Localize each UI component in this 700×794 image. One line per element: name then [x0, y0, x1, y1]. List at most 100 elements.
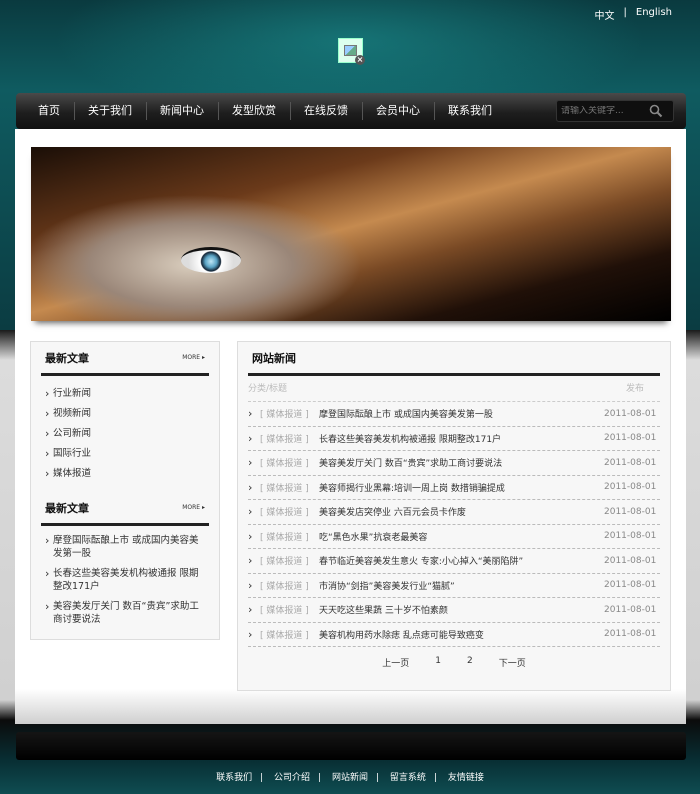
news-category[interactable]: [ 媒体报道 ]: [260, 407, 319, 420]
news-date: 2011-08-01: [604, 555, 657, 566]
nav-item-feedback[interactable]: 在线反馈: [290, 93, 362, 129]
latest-articles-list: 摩登国际酝酿上市 或成国内美容美发第一股 长春这些美容美发机构被通报 限期整改1…: [31, 526, 219, 641]
lang-chinese-link[interactable]: 中文: [595, 7, 615, 22]
nav-item-home[interactable]: 首页: [24, 93, 74, 129]
hero-banner-image: [31, 147, 671, 321]
news-date: 2011-08-01: [604, 604, 657, 615]
news-link[interactable]: 美容师揭行业黑幕:培训一周上岗 数措销骗提成: [319, 481, 604, 494]
search-box: [556, 100, 674, 122]
banner-eye-graphic: [181, 247, 241, 273]
news-date: 2011-08-01: [604, 629, 657, 640]
sidebar-panel: 最新文章 MORE ▸ 行业新闻 视频新闻 公司新闻 国际行业 媒体报道 最新文…: [30, 341, 220, 640]
bullet-arrow-icon: ›: [248, 407, 253, 421]
news-link[interactable]: 市消协“剑指”美容美发行业“猫腻”: [319, 579, 604, 592]
news-row[interactable]: › [ 媒体报道 ] 长春这些美容美发机构被通报 限期整改171户 2011-08-0…: [248, 427, 660, 451]
bullet-arrow-icon: ›: [248, 578, 253, 592]
category-item[interactable]: 视频新闻: [45, 404, 205, 424]
news-category[interactable]: [ 媒体报道 ]: [260, 432, 319, 445]
footer-link-news[interactable]: 网站新闻: [332, 773, 368, 783]
sidebar-box2-more-link[interactable]: MORE ▸: [182, 504, 205, 511]
news-row[interactable]: › [ 媒体报道 ] 天天吃这些果蔬 三十岁不怕素颜 2011-08-01: [248, 598, 660, 623]
category-item[interactable]: 公司新闻: [45, 424, 205, 444]
bullet-arrow-icon: ›: [248, 480, 253, 494]
bullet-arrow-icon: ›: [248, 456, 253, 470]
prev-page-link[interactable]: 上一页: [382, 656, 409, 669]
news-row[interactable]: › [ 媒体报道 ] 美容机构用药水除痣 乱点痣可能导致癌变 2011-08-01: [248, 623, 660, 647]
news-date: 2011-08-01: [604, 531, 657, 542]
footer-link-contact[interactable]: 联系我们: [216, 773, 252, 783]
news-link[interactable]: 美容美发店突停业 六百元会员卡作废: [319, 505, 604, 518]
news-category[interactable]: [ 媒体报道 ]: [260, 530, 319, 543]
news-link[interactable]: 吃“黑色水果”抗衰老最美容: [319, 530, 604, 543]
sidebar-box1-more-link[interactable]: MORE ▸: [182, 354, 205, 361]
pagination: 上一页 1 2 下一页: [238, 656, 670, 669]
sidebar-box2-header: 最新文章 MORE ▸: [41, 492, 209, 526]
news-link[interactable]: 天天吃这些果蔬 三十岁不怕素颜: [319, 603, 604, 616]
footer-link-about[interactable]: 公司介绍: [274, 773, 310, 783]
category-list: 行业新闻 视频新闻 公司新闻 国际行业 媒体报道: [31, 376, 219, 492]
news-category[interactable]: [ 媒体报道 ]: [260, 628, 319, 641]
news-row[interactable]: › [ 媒体报道 ] 美容师揭行业黑幕:培训一周上岗 数措销骗提成 2011-08-0…: [248, 476, 660, 500]
footer-link-guestbook[interactable]: 留言系统: [390, 773, 426, 783]
language-switcher: 中文 | English: [595, 7, 672, 22]
news-category[interactable]: [ 媒体报道 ]: [260, 505, 319, 518]
news-date: 2011-08-01: [604, 580, 657, 591]
news-link[interactable]: 美容机构用药水除痣 乱点痣可能导致癌变: [319, 628, 604, 641]
news-category[interactable]: [ 媒体报道 ]: [260, 481, 319, 494]
bullet-arrow-icon: ›: [248, 627, 253, 641]
search-icon[interactable]: [647, 102, 665, 120]
footer-link-friends[interactable]: 友情链接: [448, 773, 484, 783]
news-date: 2011-08-01: [604, 506, 657, 517]
col-date-header: 发布: [625, 384, 644, 394]
sidebar-box1-header: 最新文章 MORE ▸: [41, 342, 209, 376]
news-list: ›[ 媒体报道 ] 摩登国际酝酿上市 或成国内美容美发第一股 2011-08-01 ›…: [238, 402, 670, 647]
category-item[interactable]: 媒体报道: [45, 464, 205, 484]
news-date: 2011-08-01: [604, 457, 657, 468]
footer-bar: [16, 732, 686, 760]
bullet-arrow-icon: ›: [248, 529, 253, 543]
news-row[interactable]: › [ 媒体报道 ] 春节临近美容美发生意火 专家:小心掉入“美丽陷阱” 2011-0…: [248, 549, 660, 574]
broken-logo-image-icon[interactable]: ×: [338, 38, 365, 65]
bullet-arrow-icon: ›: [248, 505, 253, 519]
search-input[interactable]: [557, 106, 647, 116]
news-category[interactable]: [ 媒体报道 ]: [260, 579, 319, 592]
article-item[interactable]: 摩登国际酝酿上市 或成国内美容美发第一股: [45, 534, 205, 560]
article-item[interactable]: 长春这些美容美发机构被通报 限期整改171户: [45, 567, 205, 593]
nav-item-contact[interactable]: 联系我们: [434, 93, 506, 129]
nav-item-news[interactable]: 新闻中心: [146, 93, 218, 129]
nav-item-hairstyles[interactable]: 发型欣赏: [218, 93, 290, 129]
col-title-header: 分类/标题: [248, 384, 288, 394]
category-item[interactable]: 行业新闻: [45, 384, 205, 404]
news-row[interactable]: › [ 媒体报道 ] 美容美发厅关门 数百“贵宾”求助工商讨要说法 2011-08-0…: [248, 451, 660, 476]
news-category[interactable]: [ 媒体报道 ]: [260, 603, 319, 616]
nav-item-about[interactable]: 关于我们: [74, 93, 146, 129]
news-row[interactable]: › [ 媒体报道 ] 市消协“剑指”美容美发行业“猫腻” 2011-08-01: [248, 574, 660, 598]
sidebar-box1-title: 最新文章: [45, 351, 89, 365]
category-item[interactable]: 国际行业: [45, 444, 205, 464]
news-row[interactable]: › [ 媒体报道 ] 摩登国际酝酿上市 或成国内美容美发第一股 2011-08-01: [248, 402, 660, 427]
news-category[interactable]: [ 媒体报道 ]: [260, 554, 319, 567]
news-category[interactable]: [ 媒体报道 ]: [260, 456, 319, 469]
news-title: 网站新闻: [252, 351, 296, 365]
bullet-arrow-icon: ›: [248, 603, 253, 617]
page-2-link[interactable]: 2: [467, 656, 473, 669]
news-date: 2011-08-01: [604, 482, 657, 493]
news-date: 2011-08-01: [604, 408, 657, 419]
news-column-headers: 分类/标题 发布: [248, 376, 660, 402]
news-row[interactable]: › [ 媒体报道 ] 吃“黑色水果”抗衰老最美容 2011-08-01: [248, 525, 660, 549]
article-item[interactable]: 美容美发厅关门 数百“贵宾”求助工商讨要说法: [45, 600, 205, 626]
main-navigation: 首页 关于我们 新闻中心 发型欣赏 在线反馈 会员中心 联系我们: [16, 93, 686, 129]
sidebar-box2-title: 最新文章: [45, 501, 89, 515]
news-header: 网站新闻: [248, 342, 660, 376]
news-link[interactable]: 摩登国际酝酿上市 或成国内美容美发第一股: [319, 407, 604, 420]
page-1-link[interactable]: 1: [435, 656, 441, 669]
nav-item-members[interactable]: 会员中心: [362, 93, 434, 129]
bullet-arrow-icon: ›: [248, 554, 253, 568]
news-row[interactable]: › [ 媒体报道 ] 美容美发店突停业 六百元会员卡作废 2011-08-01: [248, 500, 660, 525]
news-link[interactable]: 春节临近美容美发生意火 专家:小心掉入“美丽陷阱”: [319, 554, 604, 567]
news-panel: 网站新闻 分类/标题 发布 ›[ 媒体报道 ] 摩登国际酝酿上市 或成国内美容美发…: [237, 341, 671, 691]
news-link[interactable]: 美容美发厅关门 数百“贵宾”求助工商讨要说法: [319, 456, 604, 469]
lang-english-link[interactable]: English: [636, 7, 672, 22]
next-page-link[interactable]: 下一页: [499, 656, 526, 669]
news-link[interactable]: 长春这些美容美发机构被通报 限期整改171户: [319, 432, 604, 445]
